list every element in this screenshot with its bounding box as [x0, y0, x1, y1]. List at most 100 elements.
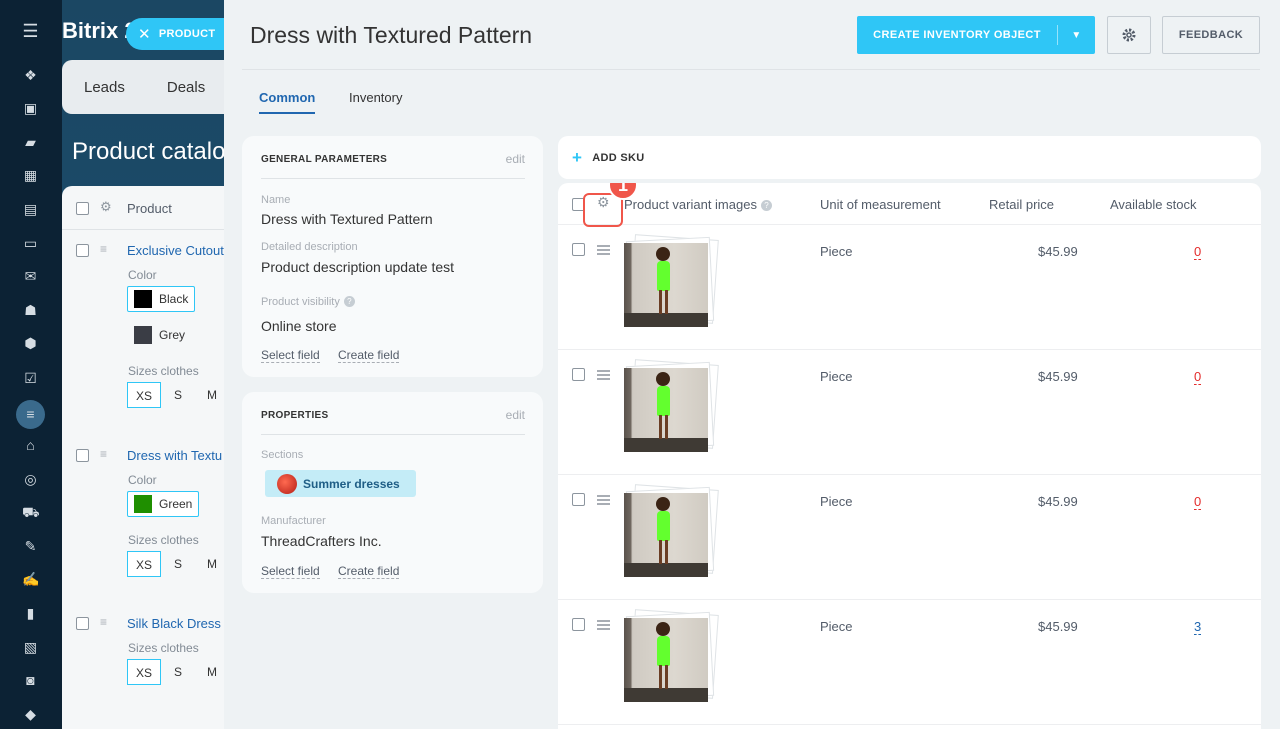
variant-image-stack[interactable] [624, 484, 719, 582]
tab-common[interactable]: Common [259, 90, 316, 114]
help-icon[interactable]: ? [343, 296, 355, 307]
name-value[interactable]: Dress with Textured Pattern [261, 211, 433, 227]
check-icon[interactable]: ☑ [22, 371, 39, 385]
drag-handle-icon[interactable] [597, 370, 610, 382]
row-checkbox[interactable] [572, 368, 585, 381]
drag-handle-icon[interactable] [597, 245, 610, 257]
table-row[interactable]: Piece $45.99 0 [558, 225, 1261, 350]
stock-link[interactable]: 0 [1194, 369, 1202, 385]
unit-cell[interactable]: Piece [820, 244, 853, 259]
color-swatch-green[interactable]: Green [127, 491, 200, 517]
create-field-link[interactable]: Create field [338, 564, 400, 579]
help-icon[interactable]: ? [760, 200, 772, 211]
calendar-icon[interactable]: ▦ [22, 168, 39, 182]
menu-icon[interactable]: ☰ [22, 22, 39, 40]
add-sku-button[interactable]: + ADD SKU [558, 136, 1261, 179]
column-header-unit: Unit of measurement [820, 197, 941, 212]
chevron-down-icon[interactable]: ▼ [1058, 30, 1095, 41]
select-all-checkbox[interactable] [76, 202, 89, 215]
tab-inventory[interactable]: Inventory [349, 90, 402, 105]
tab-deals[interactable]: Deals [167, 79, 205, 96]
product-link[interactable]: Silk Black Dress [127, 616, 221, 631]
visibility-label: Product visibility? [261, 296, 355, 308]
price-cell[interactable]: $45.99 [1038, 619, 1078, 634]
table-row[interactable]: Piece $45.99 3 [558, 600, 1261, 725]
target-icon[interactable]: ◎ [22, 472, 39, 486]
drag-handle-icon[interactable]: ≡ [100, 615, 107, 629]
mail-icon[interactable]: ✉ [22, 269, 39, 283]
column-header-price: Retail price [989, 197, 1055, 212]
tasks-icon[interactable]: ▣ [22, 101, 39, 115]
crm-icon[interactable]: ≡ [16, 400, 45, 429]
unit-cell[interactable]: Piece [820, 494, 853, 509]
description-value[interactable]: Product description update test [261, 259, 454, 275]
variant-image-stack[interactable] [624, 234, 719, 332]
variant-image-stack[interactable] [624, 609, 719, 707]
product-link[interactable]: Exclusive Cutout [127, 243, 224, 258]
color-swatch-black[interactable]: Black [127, 286, 196, 312]
product-link[interactable]: Dress with Textu [127, 448, 222, 463]
stock-link[interactable]: 0 [1194, 244, 1202, 260]
stock-link[interactable]: 3 [1194, 619, 1202, 635]
section-chip[interactable]: Summer dresses [265, 470, 416, 497]
store-icon[interactable]: ⌂ [22, 438, 39, 452]
drag-handle-icon[interactable]: ≡ [100, 447, 107, 461]
row-checkbox[interactable] [572, 243, 585, 256]
manufacturer-value[interactable]: ThreadCrafters Inc. [261, 533, 382, 549]
edit-link[interactable]: edit [506, 152, 525, 166]
divider [261, 434, 525, 435]
size-selector[interactable]: XS S M [127, 382, 229, 408]
visibility-value[interactable]: Online store [261, 318, 336, 334]
description-label: Detailed description [261, 241, 358, 253]
unit-cell[interactable]: Piece [820, 619, 853, 634]
tab-leads[interactable]: Leads [84, 79, 125, 96]
select-field-link[interactable]: Select field [261, 348, 320, 363]
edit-doc-icon[interactable]: ✎ [22, 539, 39, 553]
drag-handle-icon[interactable] [597, 620, 610, 632]
chat-icon[interactable]: ▰ [22, 135, 39, 149]
settings-icon[interactable]: ⚙ [100, 199, 112, 215]
unit-cell[interactable]: Piece [820, 369, 853, 384]
product-photo [624, 368, 708, 452]
price-cell[interactable]: $45.99 [1038, 494, 1078, 509]
sign-icon[interactable]: ✍ [22, 572, 39, 586]
row-checkbox[interactable] [76, 244, 89, 257]
contact-card-icon[interactable]: ▧ [22, 640, 39, 654]
table-row[interactable]: Piece $45.99 0 [558, 350, 1261, 475]
stock-link[interactable]: 0 [1194, 494, 1202, 510]
robot-icon[interactable]: ◙ [22, 673, 39, 687]
price-cell[interactable]: $45.99 [1038, 244, 1078, 259]
row-checkbox[interactable] [76, 617, 89, 630]
color-swatch-grey[interactable]: Grey [127, 322, 192, 348]
edit-link[interactable]: edit [506, 408, 525, 422]
docs-icon[interactable]: ▤ [22, 202, 39, 216]
create-field-link[interactable]: Create field [338, 348, 400, 363]
groups-icon[interactable]: ☗ [22, 303, 39, 317]
settings-button[interactable] [1107, 16, 1151, 54]
drag-handle-icon[interactable] [597, 495, 610, 507]
sku-grid: ⚙ Product variant images? Unit of measur… [558, 183, 1261, 729]
close-slider-button[interactable]: ✕ PRODUCT [126, 18, 228, 50]
feed-icon[interactable]: ❖ [22, 68, 39, 82]
product-photo [624, 618, 708, 702]
select-field-link[interactable]: Select field [261, 564, 320, 579]
row-checkbox[interactable] [572, 493, 585, 506]
variant-image-stack[interactable] [624, 359, 719, 457]
row-checkbox[interactable] [572, 618, 585, 631]
size-selector[interactable]: XS S M [127, 551, 229, 577]
price-cell[interactable]: $45.99 [1038, 369, 1078, 384]
row-checkbox[interactable] [76, 449, 89, 462]
analytics-icon[interactable]: ▮ [22, 606, 39, 620]
drive-icon[interactable]: ▭ [22, 236, 39, 250]
table-row[interactable]: Piece $45.99 0 [558, 475, 1261, 600]
product-column-header: Product [127, 201, 172, 216]
grid-header: ⚙ Product variant images? Unit of measur… [558, 183, 1261, 225]
create-inventory-object-button[interactable]: CREATE INVENTORY OBJECT ▼ [857, 16, 1095, 54]
close-icon: ✕ [138, 26, 151, 43]
size-selector[interactable]: XS S M [127, 659, 229, 685]
drag-handle-icon[interactable]: ≡ [100, 242, 107, 256]
cart-icon[interactable]: ⛟ [22, 505, 40, 519]
sites-icon[interactable]: ⬢ [22, 336, 39, 350]
box-icon[interactable]: ◆ [22, 707, 39, 721]
feedback-button[interactable]: FEEDBACK [1162, 16, 1260, 54]
